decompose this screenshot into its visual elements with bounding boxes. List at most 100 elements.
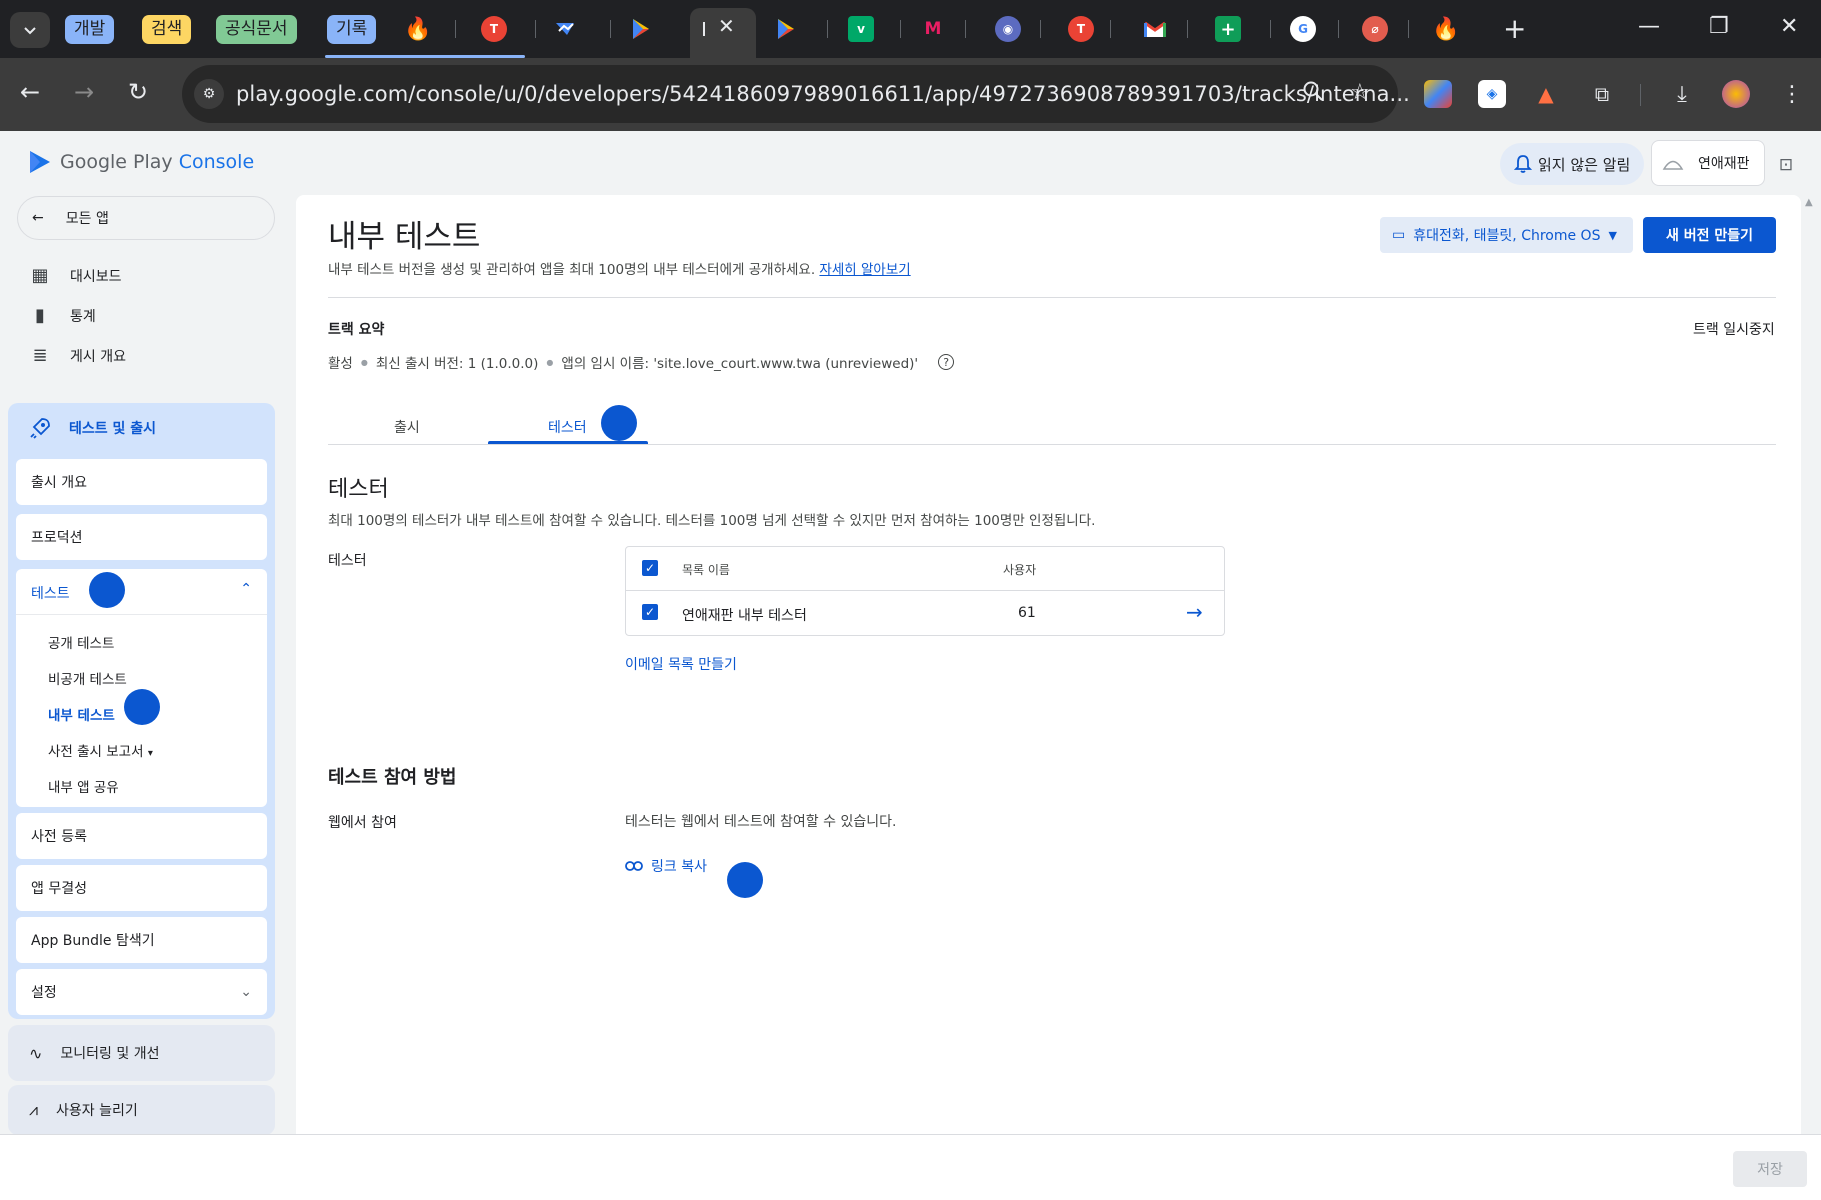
fire-favicon-icon[interactable]: 🔥 <box>1432 16 1459 42</box>
sidebar-item-testing[interactable]: 테스트 <box>31 583 70 603</box>
profile-avatar[interactable] <box>1722 80 1750 108</box>
bookmark-star-icon[interactable]: ☆ <box>1350 80 1370 105</box>
sidebar-item-statistics[interactable]: ▮ 통계 <box>28 305 96 326</box>
chevron-up-icon[interactable]: ⌃ <box>240 581 252 597</box>
device-type-selector[interactable]: ▭ 휴대전화, 태블릿, Chrome OS ▼ <box>1380 217 1633 253</box>
analytics-favicon-icon[interactable] <box>552 16 578 42</box>
tab-group-dev[interactable]: 개발 <box>65 15 115 44</box>
sidebar-item-internal-app-sharing[interactable]: 내부 앱 공유 <box>48 776 119 796</box>
sidebar-item-pre-registration[interactable]: 사전 등록 <box>16 813 267 859</box>
puzzle-extensions-icon[interactable]: ⧉ <box>1588 80 1616 108</box>
sidebar-item-label: 사전 출시 보고서 <box>48 744 144 760</box>
pause-track-button[interactable]: 트랙 일시중지 <box>1693 319 1775 339</box>
sidebar-item-open-testing[interactable]: 공개 테스트 <box>48 632 114 652</box>
link-icon <box>625 861 643 871</box>
mascot-favicon-icon[interactable]: ◉ <box>995 16 1021 42</box>
devices-icon: ▭ <box>1392 227 1406 243</box>
tab-separator <box>535 20 536 38</box>
section-grow-users[interactable]: ⩘ 사용자 늘리기 <box>8 1085 275 1135</box>
gmail-favicon-icon[interactable] <box>1142 16 1168 42</box>
new-tab-icon[interactable]: + <box>1503 12 1526 45</box>
dropdown-arrow-icon: ▼ <box>1608 228 1617 242</box>
download-icon[interactable]: ⤓ <box>1668 80 1696 108</box>
dot-separator: ● <box>360 357 368 367</box>
help-icon[interactable]: ? <box>938 354 955 370</box>
shield-extension-icon[interactable]: ◈ <box>1478 80 1506 108</box>
tab-favicon-red-icon[interactable]: T <box>1068 16 1094 42</box>
console-header: Google Play Console 읽지 않은 알림 연애재판 ⊡ <box>0 131 1821 195</box>
play-favicon-icon[interactable] <box>628 16 654 42</box>
dashboard-icon: ▦ <box>31 265 49 286</box>
tab-releases[interactable]: 출시 <box>394 417 420 437</box>
tab-favicon-red-icon[interactable]: T <box>481 16 507 42</box>
unread-notifications-button[interactable]: 읽지 않은 알림 <box>1500 143 1645 185</box>
play-console-logo[interactable]: Google Play Console <box>28 149 254 175</box>
address-bar[interactable]: ⚙ play.google.com/console/u/0/developers… <box>182 65 1410 123</box>
section-label: 사용자 늘리기 <box>56 1103 138 1119</box>
fire-favicon-icon[interactable]: 🔥 <box>404 16 431 42</box>
zoom-search-icon[interactable] <box>1302 80 1324 108</box>
section-label: 모니터링 및 개선 <box>60 1046 160 1062</box>
section-test-and-release[interactable]: 테스트 및 출시 <box>29 417 156 439</box>
url-text[interactable]: play.google.com/console/u/0/developers/5… <box>236 82 1410 106</box>
create-new-release-button[interactable]: 새 버전 만들기 <box>1643 217 1776 253</box>
divider <box>328 297 1776 298</box>
join-on-web-label: 웹에서 참여 <box>328 815 397 831</box>
tab-group-records[interactable]: 기록 <box>327 15 377 44</box>
tab-separator <box>1270 20 1271 38</box>
select-all-checkbox[interactable]: ✓ <box>642 560 658 576</box>
red-circle-favicon-icon[interactable]: ⌀ <box>1362 16 1388 42</box>
sidebar-item-closed-testing[interactable]: 비공개 테스트 <box>48 668 127 688</box>
sidebar-item-bundle-explorer[interactable]: App Bundle 탐색기 <box>16 917 267 963</box>
app-selector[interactable]: 연애재판 <box>1651 140 1765 186</box>
sidebar-item-label: 프로덕션 <box>31 530 83 546</box>
sidebar-item-app-integrity[interactable]: 앱 무결성 <box>16 865 267 911</box>
tab-separator <box>1408 20 1409 38</box>
tab-search-button[interactable] <box>10 12 50 48</box>
tab-group-docs[interactable]: 공식문서 <box>216 15 297 44</box>
all-apps-button[interactable]: ← 모든 앱 <box>17 196 275 240</box>
create-email-list-button[interactable]: 이메일 목록 만들기 <box>625 654 737 674</box>
section-monitoring[interactable]: ∿ 모니터링 및 개선 <box>8 1025 275 1081</box>
tab-testers[interactable]: 테스터 <box>548 417 587 437</box>
minimize-icon[interactable]: — <box>1638 14 1660 39</box>
play-console-logo-icon <box>30 151 50 173</box>
sidebar-item-publishing-overview[interactable]: ≣ 게시 개요 <box>28 345 126 366</box>
sidebar-item-settings[interactable]: 설정 ⌄ <box>16 969 267 1015</box>
reload-icon[interactable]: ↻ <box>128 78 148 106</box>
close-window-icon[interactable]: ✕ <box>1780 14 1798 39</box>
sheets-plus-favicon-icon[interactable]: + <box>1215 16 1241 42</box>
restore-icon[interactable]: ❐ <box>1709 14 1729 39</box>
v-favicon-icon[interactable]: v <box>848 16 874 42</box>
m-favicon-icon[interactable]: M <box>920 16 946 42</box>
save-button[interactable]: 저장 <box>1733 1151 1807 1187</box>
forward-arrow-icon[interactable]: → <box>74 78 94 106</box>
tab-group-search[interactable]: 검색 <box>142 15 192 44</box>
sidebar-item-release-overview[interactable]: 출시 개요 <box>16 459 267 505</box>
sidebar-item-internal-testing[interactable]: 내부 테스트 <box>48 704 115 724</box>
page-title: 내부 테스트 <box>328 219 481 255</box>
rocket-extension-icon[interactable]: ▲ <box>1532 80 1560 108</box>
bell-icon <box>1514 155 1532 173</box>
row-checkbox[interactable]: ✓ <box>642 604 658 620</box>
tab-separator <box>1187 20 1188 38</box>
google-favicon-icon[interactable]: G <box>1290 16 1316 42</box>
copy-link-button[interactable]: 링크 복사 <box>625 856 707 876</box>
join-on-web-description: 테스터는 웹에서 테스트에 참여할 수 있습니다. <box>625 814 897 830</box>
sidebar-item-label: 앱 무결성 <box>31 881 87 897</box>
sidebar-item-pre-launch-report[interactable]: 사전 출시 보고서 ▾ <box>48 740 153 760</box>
play-console-page: Google Play Console 읽지 않은 알림 연애재판 ⊡ ← 모든… <box>0 131 1821 1200</box>
back-arrow-icon[interactable]: ← <box>20 78 40 106</box>
chevron-down-icon: ▾ <box>147 748 153 759</box>
close-tab-icon[interactable]: ✕ <box>718 14 735 38</box>
app-switch-icon[interactable]: ⊡ <box>1772 151 1800 179</box>
scroll-up-icon[interactable]: ▲ <box>1805 197 1813 208</box>
more-menu-icon[interactable]: ⋮ <box>1778 80 1806 108</box>
color-extension-icon[interactable] <box>1424 80 1452 108</box>
arrow-right-icon[interactable]: → <box>1186 600 1203 624</box>
play-favicon-icon[interactable] <box>773 16 799 42</box>
learn-more-link[interactable]: 자세히 알아보기 <box>819 262 910 278</box>
sidebar-item-production[interactable]: 프로덕션 <box>16 514 267 560</box>
sidebar-item-dashboard[interactable]: ▦ 대시보드 <box>28 265 121 286</box>
site-info-icon[interactable]: ⚙ <box>194 79 224 109</box>
